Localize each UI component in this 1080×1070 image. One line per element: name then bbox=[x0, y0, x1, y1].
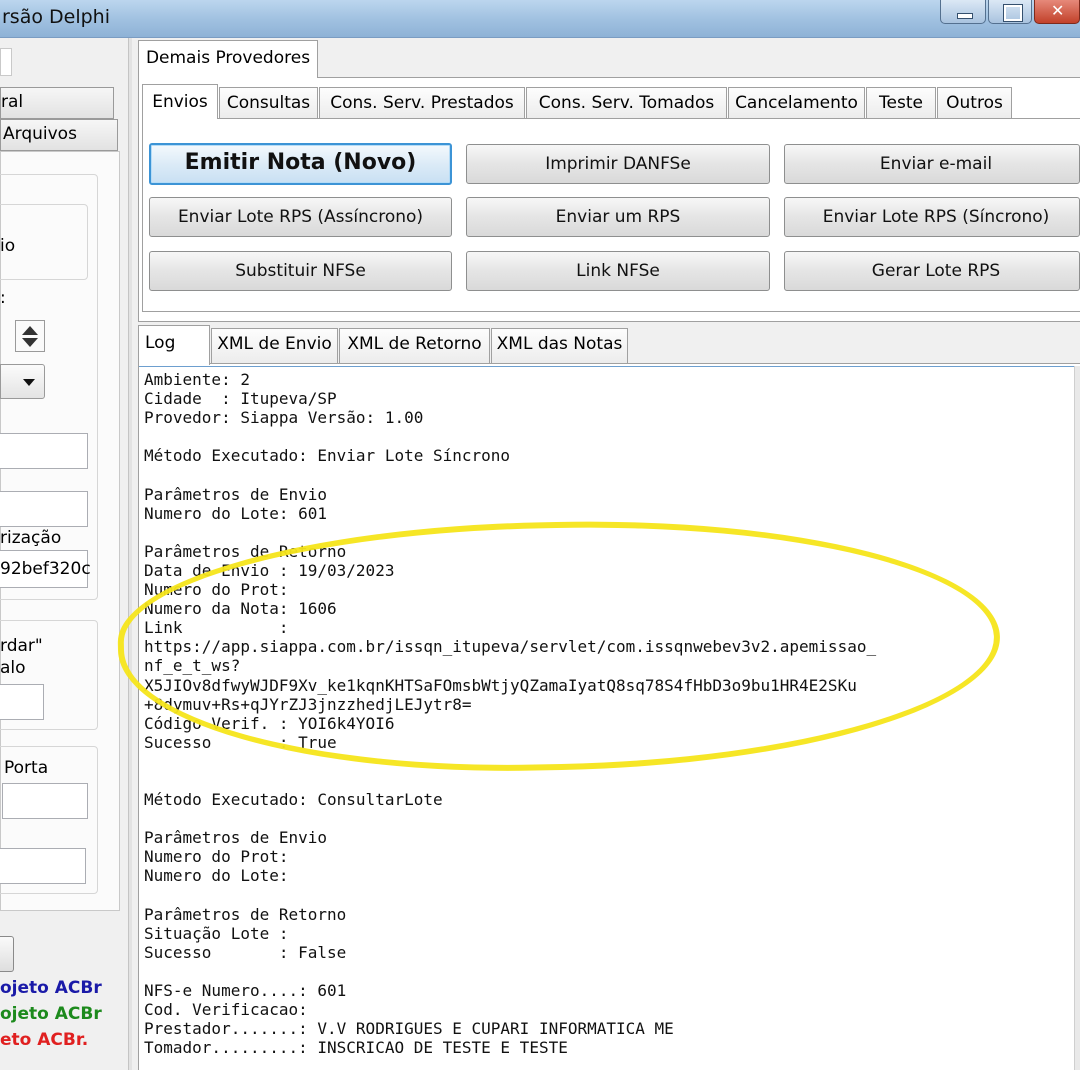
acbr-line-3: eto ACBr. bbox=[0, 1030, 89, 1050]
log-line: X5JIOv8dfwyWJDF9Xv_ke1kqnKHTSaFOmsbWtjyQ… bbox=[144, 675, 857, 695]
chevron-down-icon[interactable] bbox=[0, 364, 45, 399]
tab-label: Consultas bbox=[226, 93, 311, 113]
left-label-alo: alo bbox=[0, 658, 26, 678]
log-line: Parâmetros de Retorno bbox=[144, 541, 347, 561]
log-line: Código Verif. : YOI6k4YOI6 bbox=[144, 713, 395, 733]
tab-log[interactable]: Log bbox=[138, 325, 210, 365]
left-tab-label: Arquivos bbox=[3, 124, 77, 144]
left-top-control[interactable] bbox=[0, 48, 12, 76]
log-line: Parâmetros de Envio bbox=[144, 484, 328, 504]
log-line: Numero do Prot: bbox=[144, 847, 289, 867]
enviar-email-button[interactable]: Enviar e-mail bbox=[784, 144, 1080, 184]
link-nfse-button[interactable]: Link NFSe bbox=[466, 251, 770, 291]
tab-label: Envios bbox=[152, 92, 208, 112]
left-tab-label: ral bbox=[1, 92, 24, 112]
log-line: Método Executado: ConsultarLote bbox=[144, 790, 443, 810]
log-line: Ambiente: 2 bbox=[144, 370, 250, 389]
log-line: Situação Lote : bbox=[144, 923, 289, 943]
log-line: Numero do Lote: bbox=[144, 866, 289, 886]
tab-envios[interactable]: Envios bbox=[142, 84, 218, 119]
log-line: Data de Envio : 19/03/2023 bbox=[144, 560, 395, 580]
log-line: Sucesso : True bbox=[144, 732, 337, 752]
log-line: Tomador.........: INSCRICAO DE TESTE E T… bbox=[144, 1038, 568, 1058]
tab-demais-provedores[interactable]: Demais Provedores bbox=[138, 40, 318, 78]
log-line: Cidade : Itupeva/SP bbox=[144, 389, 337, 409]
left-button[interactable] bbox=[0, 936, 14, 972]
tab-label: Log bbox=[145, 333, 176, 353]
log-line: Parâmetros de Retorno bbox=[144, 904, 347, 924]
left-label-colon: : bbox=[0, 288, 6, 308]
title-bar: rsão Delphi bbox=[0, 0, 1080, 38]
left-input-1[interactable] bbox=[0, 433, 88, 469]
tab-label: Cons. Serv. Tomados bbox=[538, 93, 715, 113]
tab-cons-serv-prestados[interactable]: Cons. Serv. Prestados bbox=[319, 87, 525, 118]
tab-teste[interactable]: Teste bbox=[866, 87, 936, 118]
tab-label: XML de Retorno bbox=[347, 334, 482, 354]
splitter[interactable] bbox=[128, 38, 132, 1070]
log-line: Numero do Prot: bbox=[144, 580, 289, 600]
left-input-2[interactable] bbox=[0, 491, 88, 527]
log-scrollbar[interactable] bbox=[1074, 366, 1080, 1070]
log-line: Link : bbox=[144, 618, 289, 638]
gerar-lote-rps-button[interactable]: Gerar Lote RPS bbox=[784, 251, 1080, 291]
maximize-icon[interactable] bbox=[988, 0, 1032, 24]
log-line: Parâmetros de Envio bbox=[144, 828, 328, 848]
log-line: +8dymuv+Rs+qJYrZJ3jnzzhedjLEJytr8= bbox=[144, 694, 472, 714]
left-tab-arquivos[interactable]: Arquivos bbox=[0, 119, 118, 151]
log-line: nf_e_t_ws? bbox=[144, 656, 241, 676]
log-line: Sucesso : False bbox=[144, 942, 347, 962]
tab-label: XML das Notas bbox=[496, 334, 623, 354]
tab-label: XML de Envio bbox=[217, 334, 332, 354]
close-icon[interactable] bbox=[1034, 0, 1080, 24]
acbr-line-2: ojeto ACBr bbox=[0, 1004, 102, 1024]
minimize-icon[interactable] bbox=[940, 0, 986, 24]
tab-label: Outros bbox=[946, 93, 1003, 113]
left-label-autorizacao: rização bbox=[0, 528, 62, 548]
porta-input[interactable] bbox=[2, 783, 88, 819]
log-line: Método Executado: Enviar Lote Síncrono bbox=[144, 446, 511, 466]
spin-updown-icon[interactable] bbox=[15, 320, 45, 352]
left-label-porta: Porta bbox=[4, 758, 49, 778]
tab-xml-envio[interactable]: XML de Envio bbox=[211, 328, 338, 363]
tab-xml-notas[interactable]: XML das Notas bbox=[491, 328, 628, 363]
tab-label: Demais Provedores bbox=[145, 48, 311, 68]
log-line: Provedor: Siappa Versão: 1.00 bbox=[144, 408, 424, 428]
enviar-lote-sincrono-button[interactable]: Enviar Lote RPS (Síncrono) bbox=[784, 197, 1080, 237]
acbr-line-1: ojeto ACBr bbox=[0, 978, 102, 998]
log-line: Prestador.......: V.V RODRIGUES E CUPARI… bbox=[144, 1019, 674, 1039]
log-line: https://app.siappa.com.br/issqn_itupeva/… bbox=[144, 637, 877, 657]
tab-xml-retorno[interactable]: XML de Retorno bbox=[339, 328, 490, 363]
log-line: Cod. Verificacao: bbox=[144, 1000, 308, 1020]
tab-label: Cancelamento bbox=[735, 93, 858, 113]
left-label-rdar: rdar" bbox=[0, 636, 43, 656]
tab-outros[interactable]: Outros bbox=[937, 87, 1012, 118]
left-label-io: io bbox=[0, 236, 16, 256]
left-panel: ral Arquivos io : rização 92bef320c rdar… bbox=[0, 38, 128, 1070]
log-line: Numero do Lote: 601 bbox=[144, 503, 328, 523]
left-tab-geral[interactable]: ral bbox=[0, 87, 114, 119]
tab-cons-serv-tomados[interactable]: Cons. Serv. Tomados bbox=[526, 87, 727, 118]
tab-label: Cons. Serv. Prestados bbox=[330, 93, 514, 113]
log-line: NFS-e Numero....: 601 bbox=[144, 981, 347, 1000]
enviar-lote-assincrono-button[interactable]: Enviar Lote RPS (Assíncrono) bbox=[149, 197, 452, 237]
tab-consultas[interactable]: Consultas bbox=[219, 87, 318, 118]
left-input-autorizacao[interactable]: 92bef320c bbox=[0, 550, 91, 588]
left-input-3[interactable] bbox=[0, 684, 44, 720]
log-line: Numero da Nota: 1606 bbox=[144, 599, 337, 619]
left-input-value: 92bef320c bbox=[0, 559, 91, 579]
imprimir-danfse-button[interactable]: Imprimir DANFSe bbox=[466, 144, 770, 184]
left-input-4[interactable] bbox=[0, 848, 86, 884]
emitir-nota-button[interactable]: Emitir Nota (Novo) bbox=[149, 143, 452, 185]
tab-cancelamento[interactable]: Cancelamento bbox=[728, 87, 865, 118]
tab-label: Teste bbox=[879, 93, 923, 113]
log-text: Ambiente: 2 Cidade : Itupeva/SP Provedor… bbox=[144, 370, 876, 1057]
substituir-nfse-button[interactable]: Substituir NFSe bbox=[149, 251, 452, 291]
enviar-um-rps-button[interactable]: Enviar um RPS bbox=[466, 197, 770, 237]
window-title: rsão Delphi bbox=[2, 6, 110, 28]
